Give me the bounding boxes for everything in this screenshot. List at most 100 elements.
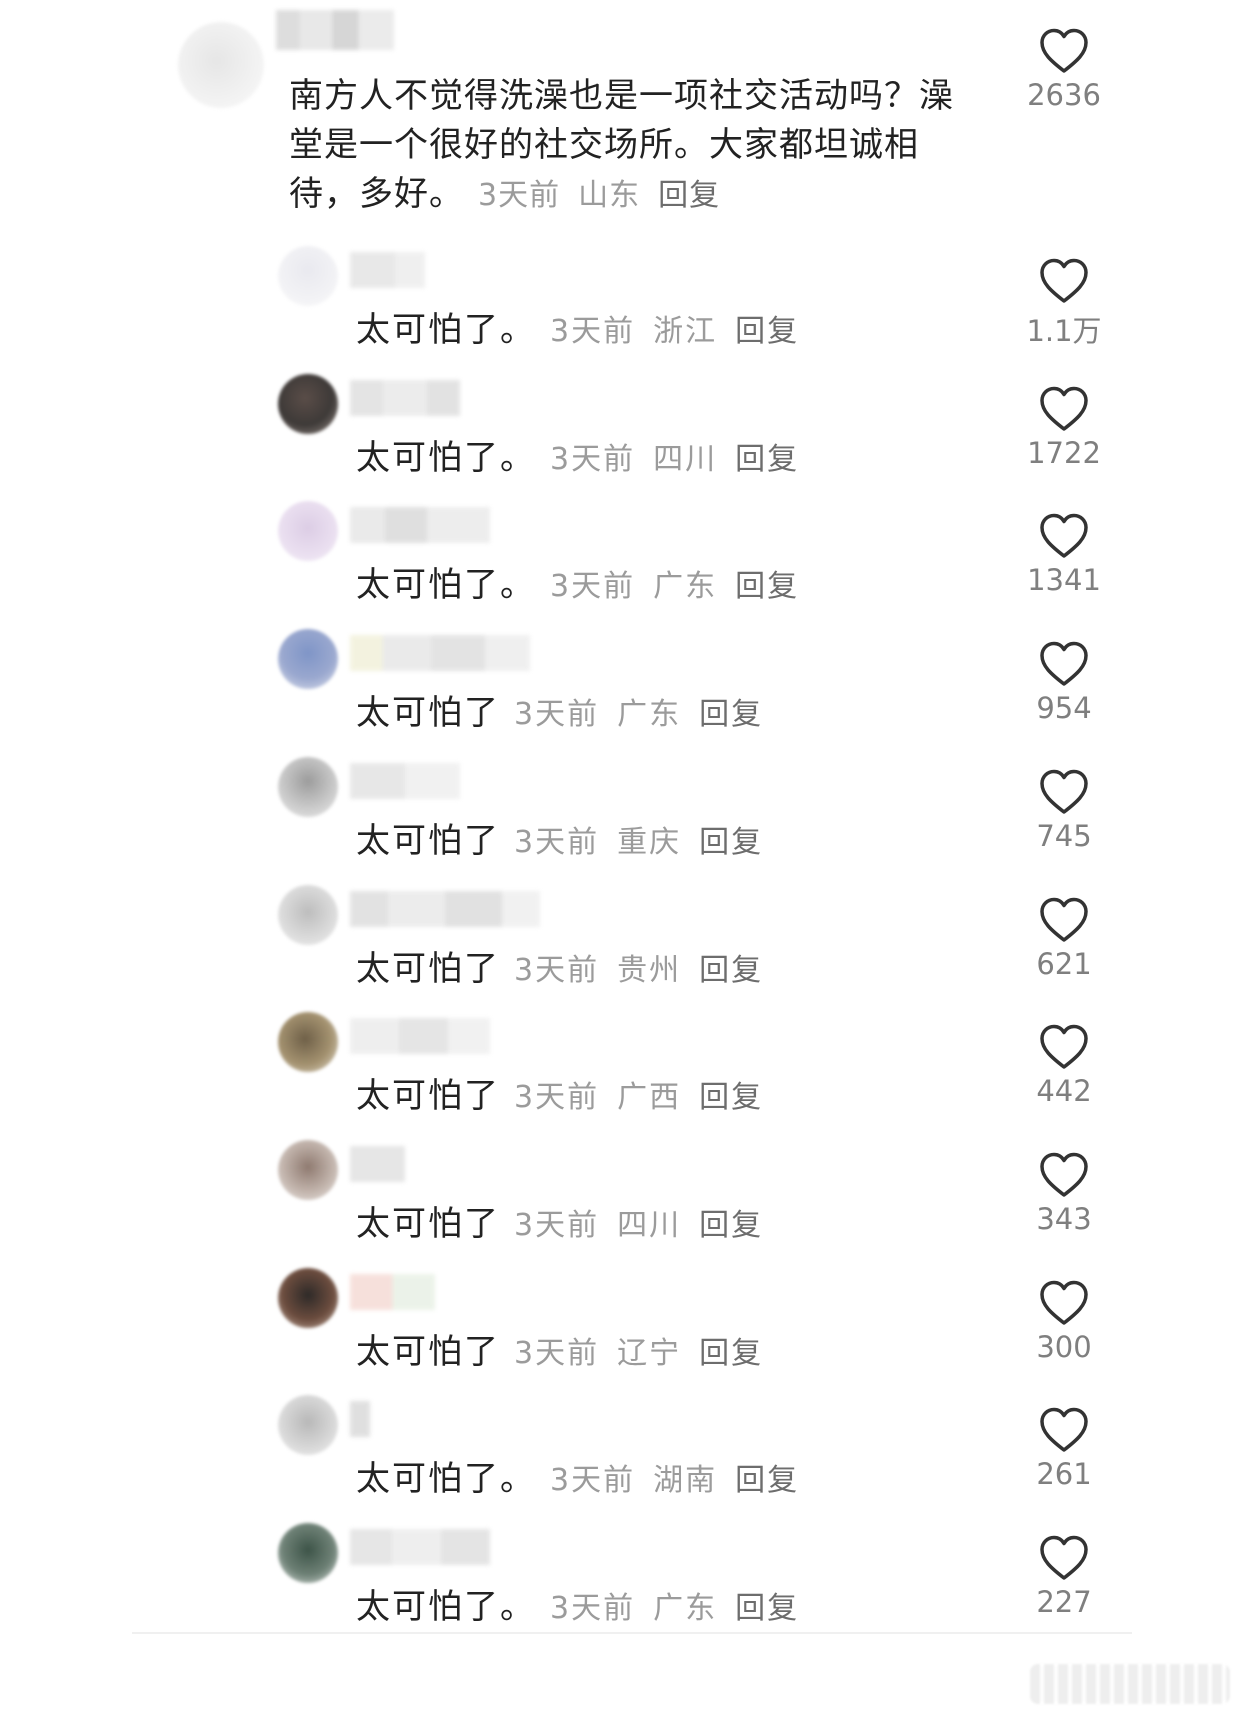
reply-body: 太可怕了。 3天前 湖南 回复 [356,1457,799,1503]
reply-button[interactable]: 回复 [699,1208,763,1243]
reply-meta: 3天前 广东 回复 [550,1591,799,1626]
reply-item: 太可怕了。 3天前 湖南 回复 261 [0,1395,1260,1521]
avatar[interactable] [278,1268,338,1328]
reply-body: 太可怕了 3天前 重庆 回复 [356,819,763,865]
reply-item: 太可怕了 3天前 贵州 回复 621 [0,885,1260,1011]
reply-location: 湖南 [653,1463,718,1498]
reply-body: 太可怕了。 3天前 四川 回复 [356,436,799,482]
reply-meta: 3天前 浙江 回复 [550,314,799,349]
username-blurred[interactable] [350,1401,370,1437]
avatar[interactable] [278,1140,338,1200]
reply-time: 3天前 [550,1463,636,1498]
reply-location: 贵州 [617,953,682,988]
like-button[interactable]: 954 [1009,641,1119,725]
reply-button[interactable]: 回复 [735,569,799,604]
reply-button[interactable]: 回复 [699,825,763,860]
avatar[interactable] [278,1395,338,1455]
like-count: 954 [1036,691,1092,725]
reply-time: 3天前 [550,569,636,604]
top-comment: 南方人不觉得洗澡也是一项社交活动吗？澡堂是一个很好的社交场所。大家都坦诚相待，多… [0,0,1260,230]
reply-item: 太可怕了 3天前 辽宁 回复 300 [0,1268,1260,1394]
reply-button[interactable]: 回复 [735,442,799,477]
heart-outline-icon [1040,1280,1088,1325]
avatar[interactable] [278,885,338,945]
like-count: 1.1万 [1026,314,1102,348]
username-blurred[interactable] [350,891,540,927]
reply-text: 太可怕了 [356,1076,500,1116]
reply-text: 太可怕了 [356,693,500,733]
reply-body: 太可怕了。 3天前 广东 回复 [356,1585,799,1631]
comment-time: 3天前 [478,178,561,213]
reply-item: 太可怕了 3天前 四川 回复 343 [0,1140,1260,1266]
reply-location: 重庆 [617,825,682,860]
avatar[interactable] [278,1012,338,1072]
reply-location: 广东 [617,697,682,732]
like-count: 300 [1036,1330,1092,1364]
reply-meta: 3天前 广东 回复 [550,569,799,604]
reply-location: 四川 [653,442,718,477]
like-count: 227 [1036,1585,1092,1619]
reply-location: 浙江 [653,314,718,349]
username-blurred[interactable] [350,380,460,416]
reply-button[interactable]: 回复 [699,1080,763,1115]
like-count: 343 [1036,1202,1092,1236]
username-blurred[interactable] [350,1529,490,1565]
reply-button[interactable]: 回复 [699,697,763,732]
heart-outline-icon [1040,1152,1088,1197]
like-button[interactable]: 745 [1009,769,1119,853]
reply-item: 太可怕了。 3天前 浙江 回复 1.1万 [0,246,1260,372]
reply-button[interactable]: 回复 [735,1463,799,1498]
like-count: 621 [1036,947,1092,981]
heart-outline-icon [1040,258,1088,303]
like-button[interactable]: 227 [1009,1535,1119,1619]
reply-button[interactable]: 回复 [699,953,763,988]
avatar[interactable] [278,501,338,561]
reply-meta: 3天前 湖南 回复 [550,1463,799,1498]
reply-button[interactable]: 回复 [658,178,720,213]
avatar[interactable] [278,246,338,306]
reply-button[interactable]: 回复 [735,1591,799,1626]
like-button[interactable]: 2636 [1009,28,1119,112]
like-button[interactable]: 621 [1009,897,1119,981]
like-button[interactable]: 1.1万 [1009,258,1119,350]
username-blurred[interactable] [350,252,425,288]
reply-meta: 3天前 重庆 回复 [514,825,763,860]
heart-outline-icon [1040,28,1088,73]
username-blurred[interactable] [276,10,394,50]
username-blurred[interactable] [350,635,530,671]
like-button[interactable]: 343 [1009,1152,1119,1236]
reply-button[interactable]: 回复 [699,1336,763,1371]
username-blurred[interactable] [350,507,490,543]
like-button[interactable]: 261 [1009,1407,1119,1491]
reply-body: 太可怕了 3天前 广西 回复 [356,1074,763,1120]
divider [132,1632,1132,1634]
comment-location: 山东 [578,178,641,213]
reply-meta: 3天前 贵州 回复 [514,953,763,988]
reply-location: 四川 [617,1208,682,1243]
avatar[interactable] [278,1523,338,1583]
like-count: 2636 [1027,78,1101,112]
username-blurred[interactable] [350,1146,405,1182]
reply-item: 太可怕了 3天前 广东 回复 954 [0,629,1260,755]
reply-meta: 3天前 广西 回复 [514,1080,763,1115]
reply-item: 太可怕了。 3天前 四川 回复 1722 [0,374,1260,500]
username-blurred[interactable] [350,1274,435,1310]
like-button[interactable]: 1341 [1009,513,1119,597]
reply-text: 太可怕了 [356,1332,500,1372]
reply-body: 太可怕了 3天前 四川 回复 [356,1202,763,1248]
like-count: 745 [1036,819,1092,853]
like-button[interactable]: 1722 [1009,386,1119,470]
username-blurred[interactable] [350,763,460,799]
reply-button[interactable]: 回复 [735,314,799,349]
username-blurred[interactable] [350,1018,490,1054]
like-button[interactable]: 300 [1009,1280,1119,1364]
avatar[interactable] [278,374,338,434]
like-button[interactable]: 442 [1009,1024,1119,1108]
reply-time: 3天前 [514,953,600,988]
reply-text: 太可怕了。 [356,310,536,350]
avatar[interactable] [278,757,338,817]
avatar[interactable] [278,629,338,689]
reply-body: 太可怕了 3天前 贵州 回复 [356,947,763,993]
avatar[interactable] [178,22,264,108]
reply-item: 太可怕了。 3天前 广东 回复 227 [0,1523,1260,1649]
